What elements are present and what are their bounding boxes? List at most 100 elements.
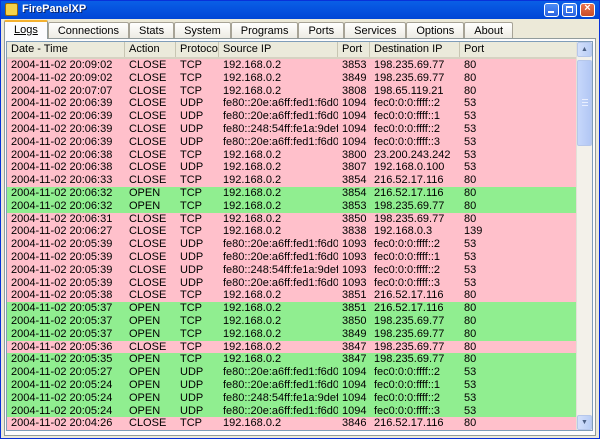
table-row[interactable]: 2004-11-02 20:09:02 CLOSE TCP 192.168.0.2 38… — [7, 59, 577, 72]
cell-source-port: 3851 — [342, 289, 367, 302]
table-row[interactable]: 2004-11-02 20:04:26 CLOSE TCP 192.168.0.2 38… — [7, 417, 577, 430]
cell-destination-ip: 198.235.69.77 — [374, 353, 445, 366]
cell-source-port: 3850 — [342, 212, 367, 225]
column-header-date-time[interactable]: Date - Time — [7, 42, 125, 57]
table-row[interactable]: 2004-11-02 20:06:38 CLOSE TCP 192.168.0.2 38… — [7, 148, 577, 162]
cell-date-time: 2004-11-02 20:07:07 — [11, 84, 113, 97]
column-header-destination-port[interactable]: Port — [460, 42, 577, 57]
table-row[interactable]: 2004-11-02 20:05:37 OPEN TCP 192.168.0.2 384… — [7, 327, 577, 341]
tab-programs[interactable]: Programs — [230, 22, 299, 39]
table-row[interactable]: 2004-11-02 20:05:39 CLOSE UDP fe80::20e:a6f… — [7, 238, 577, 251]
cell-source-ip: 192.168.0.2 — [223, 225, 282, 238]
close-button[interactable]: × — [580, 2, 595, 17]
cell-source-ip: fe80::20e:a6ff:fed1:f6d0 — [223, 378, 338, 391]
cell-destination-port: 53 — [464, 110, 477, 123]
cell-action: OPEN — [129, 186, 161, 199]
cell-protocol: UDP — [180, 238, 204, 251]
scroll-up-button[interactable]: ▲ — [577, 42, 592, 57]
table-row[interactable]: 2004-11-02 20:06:32 OPEN TCP 192.168.0.2 385… — [7, 199, 577, 213]
table-row[interactable]: 2004-11-02 20:05:27 OPEN UDP fe80::20e:a6ff… — [7, 366, 577, 379]
tab-stats[interactable]: Stats — [129, 22, 175, 39]
table-row[interactable]: 2004-11-02 20:06:31 CLOSE TCP 192.168.0.2 38… — [7, 212, 577, 226]
cell-action: CLOSE — [129, 122, 167, 135]
table-row[interactable]: 2004-11-02 20:06:39 CLOSE UDP fe80::20e:a6f… — [7, 135, 577, 149]
table-row[interactable]: 2004-11-02 20:05:39 CLOSE UDP fe80::248:54f… — [7, 263, 577, 277]
cell-source-port: 3800 — [342, 148, 367, 161]
table-row[interactable]: 2004-11-02 20:06:38 CLOSE UDP 192.168.0.2 38… — [7, 161, 577, 175]
cell-source-ip: 192.168.0.2 — [223, 289, 282, 302]
cell-date-time: 2004-11-02 20:06:39 — [11, 135, 113, 148]
cell-protocol: TCP — [180, 84, 202, 97]
maximize-button[interactable] — [562, 3, 577, 17]
cell-source-ip: fe80::20e:a6ff:fed1:f6d0 — [223, 238, 338, 251]
table-row[interactable]: 2004-11-02 20:06:39 CLOSE UDP fe80::20e:a6f… — [7, 110, 577, 123]
cell-destination-ip: 216.52.17.116 — [374, 174, 444, 187]
cell-date-time: 2004-11-02 20:06:31 — [11, 212, 113, 225]
cell-protocol: UDP — [180, 250, 204, 263]
tab-system[interactable]: System — [174, 22, 231, 39]
cell-source-port: 3849 — [342, 327, 367, 340]
tab-services[interactable]: Services — [344, 22, 407, 39]
table-row[interactable]: 2004-11-02 20:05:37 OPEN TCP 192.168.0.2 385… — [7, 302, 577, 315]
column-header-protocol[interactable]: Protocol — [176, 42, 219, 57]
cell-source-ip: 192.168.0.2 — [223, 212, 282, 225]
cell-action: OPEN — [129, 199, 161, 212]
firepanel-app-icon[interactable] — [5, 3, 18, 16]
tab-ports[interactable]: Ports — [298, 22, 345, 39]
table-row[interactable]: 2004-11-02 20:05:38 CLOSE TCP 192.168.0.2 38… — [7, 289, 577, 303]
cell-protocol: UDP — [180, 404, 204, 417]
table-row[interactable]: 2004-11-02 20:05:24 OPEN UDP fe80::20e:a6ff… — [7, 404, 577, 418]
table-row[interactable]: 2004-11-02 20:06:39 CLOSE UDP fe80::20e:a6f… — [7, 97, 577, 111]
title-bar[interactable]: FirePanelXP × — [1, 1, 599, 19]
cell-source-port: 1094 — [342, 97, 367, 110]
table-row[interactable]: 2004-11-02 20:05:24 OPEN UDP fe80::20e:a6ff… — [7, 378, 577, 392]
minimize-button[interactable] — [544, 3, 559, 17]
table-row[interactable]: 2004-11-02 20:05:39 CLOSE UDP fe80::20e:a6f… — [7, 250, 577, 264]
tab-logs[interactable]: Logs — [4, 20, 48, 39]
table-row[interactable]: 2004-11-02 20:05:39 CLOSE UDP fe80::20e:a6f… — [7, 276, 577, 290]
cell-source-port: 1094 — [342, 366, 367, 379]
scroll-thumb[interactable] — [577, 60, 592, 146]
cell-protocol: TCP — [180, 148, 202, 161]
cell-source-ip: fe80::20e:a6ff:fed1:f6d0 — [223, 366, 338, 379]
cell-destination-port: 80 — [464, 353, 477, 366]
table-row[interactable]: 2004-11-02 20:05:35 OPEN TCP 192.168.0.2 384… — [7, 353, 577, 367]
cell-source-port: 3851 — [342, 302, 367, 315]
vertical-scrollbar[interactable]: ▲ ▼ — [576, 42, 592, 430]
column-header-destination-ip[interactable]: Destination IP — [370, 42, 460, 57]
tab-connections[interactable]: Connections — [47, 22, 130, 39]
table-row[interactable]: 2004-11-02 20:09:02 CLOSE TCP 192.168.0.2 38… — [7, 71, 577, 85]
table-row[interactable]: 2004-11-02 20:06:32 OPEN TCP 192.168.0.2 385… — [7, 186, 577, 200]
cell-source-port: 3807 — [342, 161, 367, 174]
cell-protocol: UDP — [180, 391, 204, 404]
log-list[interactable]: Date - Time Action Protocol Source IP Po… — [6, 41, 593, 431]
cell-source-ip: fe80::20e:a6ff:fed1:f6d0 — [223, 276, 338, 289]
column-header-source-port[interactable]: Port — [338, 42, 370, 57]
column-header-source-ip[interactable]: Source IP — [219, 42, 338, 57]
cell-protocol: TCP — [180, 199, 202, 212]
cell-action: CLOSE — [129, 174, 167, 187]
cell-protocol: TCP — [180, 225, 202, 238]
cell-destination-ip: 198.235.69.77 — [374, 199, 445, 212]
table-row[interactable]: 2004-11-02 20:05:36 CLOSE TCP 192.168.0.2 38… — [7, 340, 577, 354]
table-row[interactable]: 2004-11-02 20:06:33 CLOSE TCP 192.168.0.2 38… — [7, 174, 577, 187]
table-row[interactable]: 2004-11-02 20:05:37 OPEN TCP 192.168.0.2 385… — [7, 314, 577, 328]
cell-source-port: 3847 — [342, 353, 367, 366]
table-row[interactable]: 2004-11-02 20:05:24 OPEN UDP fe80::248:54ff… — [7, 391, 577, 405]
cell-source-ip: 192.168.0.2 — [223, 353, 282, 366]
cell-destination-ip: 198.235.69.77 — [374, 314, 445, 327]
column-header-action[interactable]: Action — [125, 42, 176, 57]
maximize-icon — [566, 6, 573, 13]
cell-destination-port: 53 — [464, 135, 477, 148]
cell-protocol: UDP — [180, 97, 204, 110]
table-row[interactable]: 2004-11-02 20:07:07 CLOSE TCP 192.168.0.2 38… — [7, 84, 577, 98]
cell-destination-port: 53 — [464, 250, 477, 263]
table-row[interactable]: 2004-11-02 20:06:27 CLOSE TCP 192.168.0.2 38… — [7, 225, 577, 239]
scroll-down-button[interactable]: ▼ — [577, 415, 592, 430]
cell-source-port: 1094 — [342, 391, 367, 404]
tab-about[interactable]: About — [464, 22, 514, 39]
scroll-down-icon: ▼ — [581, 419, 588, 426]
tab-options[interactable]: Options — [406, 22, 465, 39]
table-row[interactable]: 2004-11-02 20:06:39 CLOSE UDP fe80::248:54f… — [7, 122, 577, 136]
cell-date-time: 2004-11-02 20:05:37 — [11, 302, 113, 315]
